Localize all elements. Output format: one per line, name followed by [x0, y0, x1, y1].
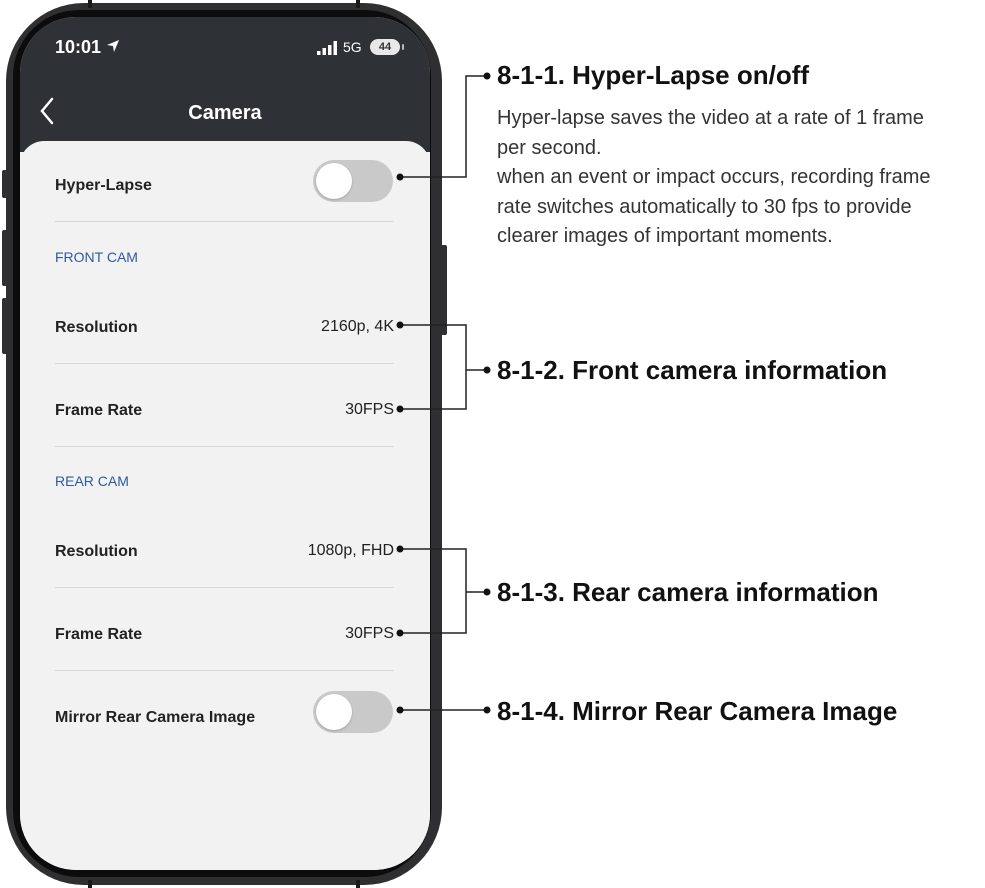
- callout-front-camera-title: 8-1-2. Front camera information: [497, 355, 888, 385]
- callout-hyper-lapse-desc-line: clearer images of important moments.: [497, 225, 833, 247]
- callout-rear-camera-title: 8-1-3. Rear camera information: [497, 577, 879, 607]
- callout-hyper-lapse-desc-line: rate switches automatically to 30 fps to…: [497, 196, 912, 218]
- callout-hyper-lapse-title: 8-1-1. Hyper-Lapse on/off: [497, 60, 810, 90]
- callout-mirror-title: 8-1-4. Mirror Rear Camera Image: [497, 696, 898, 726]
- callout-hyper-lapse-desc-line: when an event or impact occurs, recordin…: [497, 166, 931, 188]
- callout-hyper-lapse-desc-line: per second.: [497, 137, 602, 159]
- callout-hyper-lapse-desc-line: Hyper-lapse saves the video at a rate of…: [497, 107, 924, 129]
- callout-connectors: [396, 72, 491, 714]
